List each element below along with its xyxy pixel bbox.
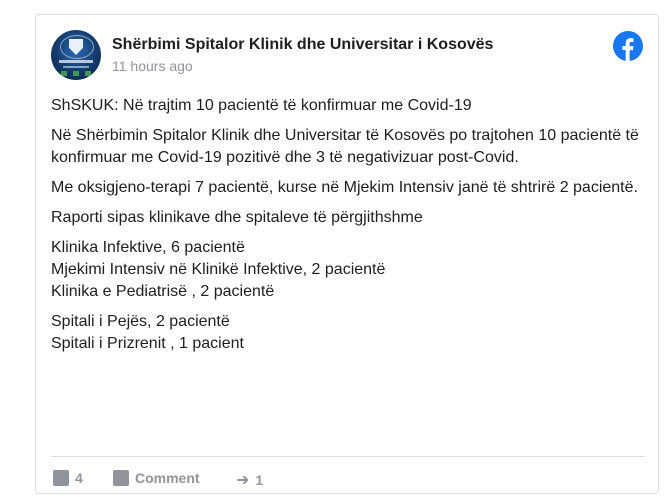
comment-icon [113, 470, 129, 486]
clinic-line: Mjekimi Intensiv në Klinikë Infektive, 2… [51, 261, 386, 278]
post-paragraph: Me oksigjeno-terapi 7 pacientë, kurse në… [51, 179, 638, 196]
avatar-decoration [61, 71, 91, 76]
post-headline: ShSKUK: Në trajtim 10 pacientë të konfir… [51, 97, 472, 114]
post-paragraph: Raporti sipas klinikave dhe spitaleve të… [51, 209, 423, 226]
hospital-line: Spitali i Prizrenit , 1 pacient [51, 335, 244, 352]
like-count: 4 [75, 470, 83, 486]
share-count: 1 [255, 472, 264, 488]
avatar-decoration [59, 60, 93, 63]
thumbs-up-icon [53, 470, 69, 486]
hospital-line: Spitali i Pejës, 2 pacientë [51, 313, 230, 330]
post-paragraph: Në Shërbimin Spitalor Klinik dhe Univers… [51, 127, 639, 166]
comment-label: Comment [135, 470, 200, 486]
clinic-line: Klinika e Pediatrisë , 2 pacientë [51, 283, 275, 300]
comment-button[interactable]: Comment [113, 470, 200, 486]
author-name[interactable]: Shërbimi Spitalor Klinik dhe Universitar… [112, 36, 493, 54]
post-actions-bar: 4 Comment ➜ 1 [51, 456, 645, 497]
clinic-line: Klinika Infektive, 6 pacientë [51, 239, 245, 256]
share-button[interactable]: ➜ 1 [236, 470, 263, 490]
avatar-decoration [63, 66, 89, 68]
share-icon: ➜ [236, 472, 250, 489]
post-body: ShSKUK: Në trajtim 10 pacientë të konfir… [51, 95, 641, 355]
post-timestamp[interactable]: 11 hours ago [112, 58, 193, 74]
facebook-icon[interactable] [613, 31, 643, 61]
like-button[interactable]: 4 [53, 470, 83, 486]
post-card: Shërbimi Spitalor Klinik dhe Universitar… [35, 14, 659, 494]
avatar[interactable] [51, 30, 101, 80]
